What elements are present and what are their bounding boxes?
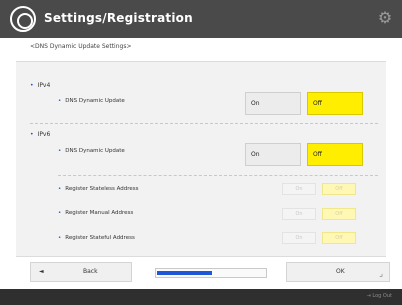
progress-fill	[157, 271, 212, 275]
ipv4-dns-update-off-button[interactable]: Off	[307, 92, 363, 115]
ok-button[interactable]: OK ⌟	[286, 262, 390, 282]
ipv4-dns-update-label: DNS Dynamic Update	[58, 98, 125, 104]
resize-corner-icon: ⌟	[379, 269, 383, 278]
settings-panel: IPv4 DNS Dynamic Update On Off IPv6 DNS …	[16, 61, 386, 257]
register-stateless-on-button[interactable]: On	[282, 183, 316, 195]
status-bar: ⇥ Log Out	[0, 289, 402, 305]
gear-icon[interactable]: ⚙	[376, 9, 394, 27]
register-stateful-off-button[interactable]: Off	[322, 232, 356, 244]
register-stateless-label: Register Stateless Address	[58, 186, 138, 192]
ipv6-dns-update-off-button[interactable]: Off	[307, 143, 363, 166]
ipv4-section-label: IPv4	[30, 82, 51, 89]
progress-bar	[155, 268, 267, 278]
back-button[interactable]: ◄ Back	[30, 262, 132, 282]
register-stateless-off-button[interactable]: Off	[322, 183, 356, 195]
section-subtitle: <DNS Dynamic Update Settings>	[30, 43, 132, 50]
ipv6-dns-update-label: DNS Dynamic Update	[58, 148, 125, 154]
register-manual-label: Register Manual Address	[58, 210, 133, 216]
title-bar: Settings/Registration ⚙	[0, 0, 402, 38]
settings-registration-icon	[10, 6, 36, 32]
page-title: Settings/Registration	[44, 11, 193, 25]
left-arrow-icon: ◄	[39, 268, 44, 275]
logout-button[interactable]: ⇥ Log Out	[367, 293, 392, 299]
register-manual-off-button[interactable]: Off	[322, 208, 356, 220]
row-divider	[58, 175, 378, 176]
register-stateful-on-button[interactable]: On	[282, 232, 316, 244]
ipv6-section-label: IPv6	[30, 131, 51, 138]
logout-icon: ⇥	[366, 293, 371, 299]
register-manual-on-button[interactable]: On	[282, 208, 316, 220]
register-stateful-label: Register Stateful Address	[58, 235, 135, 241]
ipv4-dns-update-on-button[interactable]: On	[245, 92, 301, 115]
section-divider	[30, 123, 378, 124]
ipv6-dns-update-on-button[interactable]: On	[245, 143, 301, 166]
